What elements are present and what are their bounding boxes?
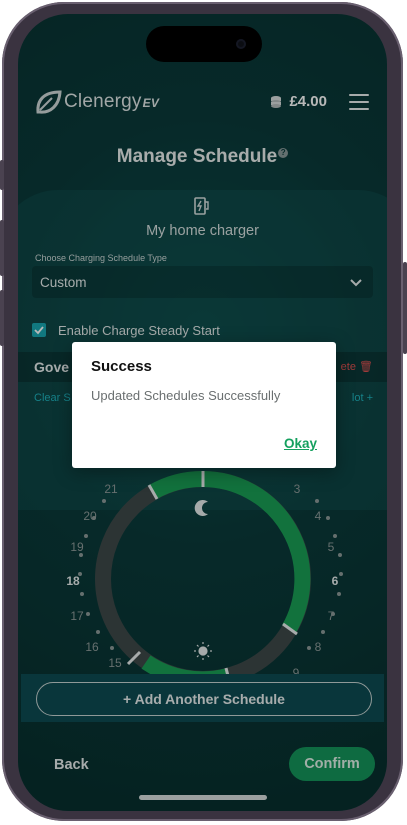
phone-power-button — [403, 262, 407, 354]
app-screen: ClenergyEV £4.00 Manage Schedule? My hom… — [18, 14, 387, 811]
phone-volume-up — [0, 220, 4, 276]
phone-side-button — [0, 160, 4, 190]
success-dialog: Success Updated Schedules Successfully O… — [72, 342, 336, 468]
dialog-message: Updated Schedules Successfully — [91, 388, 281, 403]
phone-volume-down — [0, 290, 4, 346]
okay-button[interactable]: Okay — [284, 436, 317, 451]
dialog-title: Success — [91, 358, 152, 375]
